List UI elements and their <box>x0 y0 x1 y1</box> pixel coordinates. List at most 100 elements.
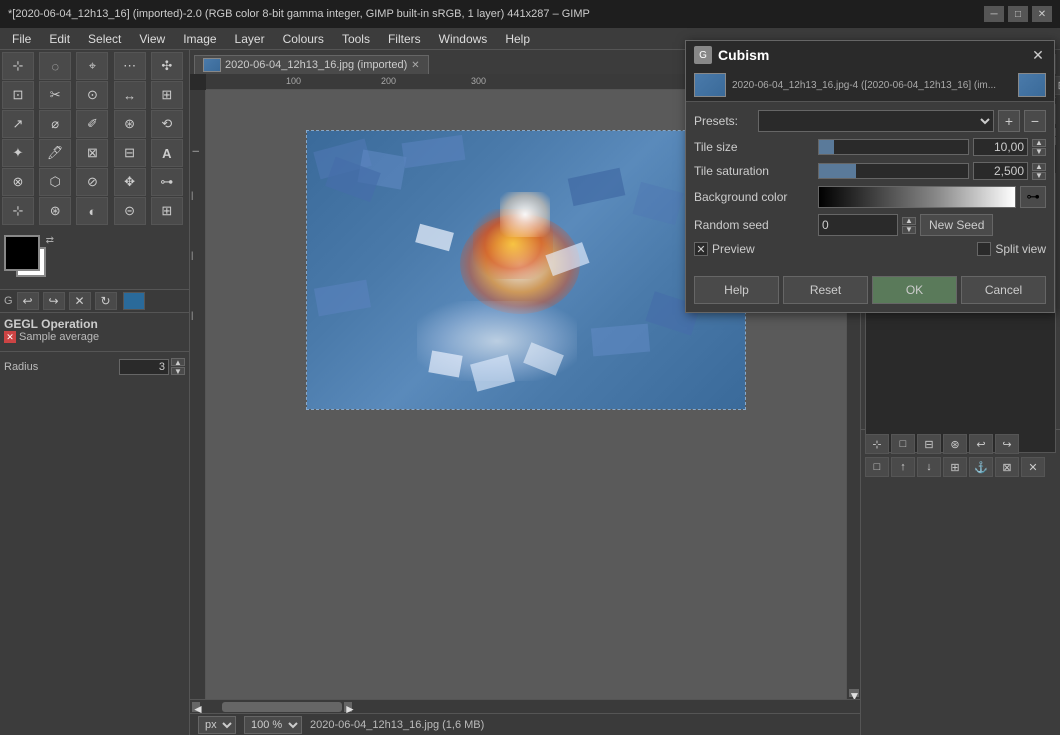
unit-select[interactable]: px <box>198 716 236 734</box>
dialog-titlebar[interactable]: G Cubism ✕ <box>686 41 1054 69</box>
tile-size-up[interactable]: ▲ <box>1032 139 1046 147</box>
preset-add-btn[interactable]: + <box>998 110 1020 132</box>
cancel-undo-btn[interactable]: ✕ <box>69 292 91 310</box>
bg-color-preview[interactable] <box>818 186 1016 208</box>
seed-down-btn[interactable]: ▼ <box>902 226 916 234</box>
help-btn[interactable]: Help <box>694 276 779 304</box>
scissors-tool[interactable]: ✂ <box>39 81 71 109</box>
right-tool-3[interactable]: ⊟ <box>917 434 941 454</box>
heal-tool[interactable]: ⊠ <box>76 139 108 167</box>
menu-select[interactable]: Select <box>80 30 129 48</box>
minimize-btn[interactable]: ─ <box>984 6 1004 22</box>
bucket-fill-tool[interactable]: ⬡ <box>39 168 71 196</box>
tile-saturation-input[interactable] <box>973 162 1028 180</box>
menu-tools[interactable]: Tools <box>334 30 378 48</box>
radius-input[interactable] <box>119 359 169 375</box>
tile-saturation-slider[interactable] <box>818 163 969 179</box>
dodge-burn-tool[interactable]: ◐ <box>76 197 108 225</box>
swap-colors-icon[interactable]: ⇄ <box>46 235 54 246</box>
free-select-tool[interactable]: ⌖ <box>76 52 108 80</box>
bg-color-eyedropper-btn[interactable]: ⊶ <box>1020 186 1046 208</box>
tool-options: Radius ▲ ▼ <box>0 351 189 381</box>
right-tool-6[interactable]: ↪ <box>995 434 1019 454</box>
rect-select-tool[interactable]: ⊡ <box>2 81 34 109</box>
maximize-btn[interactable]: □ <box>1008 6 1028 22</box>
transform-tool[interactable]: ↗ <box>2 110 34 138</box>
cancel-btn[interactable]: Cancel <box>961 276 1046 304</box>
tile-size-slider[interactable] <box>818 139 969 155</box>
clone-tool[interactable]: ⊟ <box>114 139 146 167</box>
eraser-tool[interactable]: ⟲ <box>151 110 183 138</box>
desaturate-tool[interactable]: ⊞ <box>151 197 183 225</box>
canvas-tab-main[interactable]: 2020-06-04_12h13_16.jpg (imported) ✕ <box>194 55 429 74</box>
zoom-select[interactable]: 100 % <box>244 716 302 734</box>
reset-btn[interactable]: Reset <box>783 276 868 304</box>
right-tool-4[interactable]: ⊛ <box>943 434 967 454</box>
ok-btn[interactable]: OK <box>872 276 957 304</box>
right-tool-2[interactable]: □ <box>891 434 915 454</box>
scrollbar-down-arrow[interactable]: ▼ <box>849 689 859 697</box>
split-view-checkbox-label[interactable]: Split view <box>977 242 1046 256</box>
zoom-display: 100 % <box>244 716 302 734</box>
right-tool-5[interactable]: ↩ <box>969 434 993 454</box>
radius-down-btn[interactable]: ▼ <box>171 367 185 375</box>
gradient-tool[interactable]: ⊗ <box>2 168 34 196</box>
zoom-tool[interactable]: ✥ <box>114 168 146 196</box>
blur-sharpen-tool[interactable]: ⊛ <box>39 197 71 225</box>
foreground-color-swatch[interactable] <box>4 235 40 271</box>
preview-checkbox[interactable]: ✕ <box>694 242 708 256</box>
airbrush-tool[interactable]: ✦ <box>2 139 34 167</box>
menu-help[interactable]: Help <box>497 30 538 48</box>
menu-colours[interactable]: Colours <box>275 30 332 48</box>
paths-tool[interactable]: ⊹ <box>2 197 34 225</box>
random-seed-input[interactable] <box>818 214 898 236</box>
pencil-tool[interactable]: ✐ <box>76 110 108 138</box>
menu-edit[interactable]: Edit <box>41 30 78 48</box>
tile-saturation-fill <box>819 164 856 178</box>
preview-checkbox-label[interactable]: ✕ Preview <box>694 242 755 256</box>
scrollbar-thumb-h[interactable] <box>222 702 342 712</box>
undo-btn[interactable]: ↩ <box>17 292 39 310</box>
tile-size-input[interactable] <box>973 138 1028 156</box>
perspective-tool[interactable]: ⌀ <box>39 110 71 138</box>
color-swatches[interactable]: ⇄ <box>4 235 54 285</box>
text-tool[interactable]: A <box>151 139 183 167</box>
new-seed-btn[interactable]: New Seed <box>920 214 993 236</box>
canvas-tab-close[interactable]: ✕ <box>411 60 419 71</box>
measure-tool[interactable]: ⊶ <box>151 168 183 196</box>
paintbrush-tool[interactable]: ⊛ <box>114 110 146 138</box>
new-file-tool[interactable]: ⊹ <box>2 52 34 80</box>
sample-close-btn[interactable]: ✕ <box>4 331 16 343</box>
menu-view[interactable]: View <box>131 30 173 48</box>
split-view-checkbox[interactable] <box>977 242 991 256</box>
ellipse-select-tool[interactable]: ◌ <box>39 52 71 80</box>
menu-windows[interactable]: Windows <box>431 30 496 48</box>
tile-sat-down[interactable]: ▼ <box>1032 172 1046 180</box>
ink-tool[interactable]: 🖊 <box>39 139 71 167</box>
redo-btn[interactable]: ↪ <box>43 292 65 310</box>
right-tool-1[interactable]: ⊹ <box>865 434 889 454</box>
fuzzy-select-tool[interactable]: ⋯ <box>114 52 146 80</box>
tile-sat-up[interactable]: ▲ <box>1032 163 1046 171</box>
radius-up-btn[interactable]: ▲ <box>171 358 185 366</box>
crop-tool[interactable]: ⊞ <box>151 81 183 109</box>
scrollbar-left-arrow[interactable]: ◄ <box>192 702 200 712</box>
close-btn[interactable]: ✕ <box>1032 6 1052 22</box>
menu-layer[interactable]: Layer <box>227 30 273 48</box>
menu-image[interactable]: Image <box>175 30 224 48</box>
dialog-close-btn[interactable]: ✕ <box>1030 47 1046 63</box>
tile-size-down[interactable]: ▼ <box>1032 148 1046 156</box>
presets-select[interactable] <box>758 110 994 132</box>
preset-remove-btn[interactable]: − <box>1024 110 1046 132</box>
color-picker-tool[interactable]: ⊘ <box>76 168 108 196</box>
smudge-tool[interactable]: ⊝ <box>114 197 146 225</box>
commit-btn[interactable]: ↻ <box>95 292 117 310</box>
scrollbar-horizontal[interactable]: ◄ ► <box>190 699 860 713</box>
scrollbar-right-arrow[interactable]: ► <box>344 702 352 712</box>
foreground-select-tool[interactable]: ⊙ <box>76 81 108 109</box>
move-tool[interactable]: ✣ <box>151 52 183 80</box>
seed-up-btn[interactable]: ▲ <box>902 217 916 225</box>
menu-filters[interactable]: Filters <box>380 30 429 48</box>
align-tool[interactable]: ↔ <box>114 81 146 109</box>
menu-file[interactable]: File <box>4 30 39 48</box>
